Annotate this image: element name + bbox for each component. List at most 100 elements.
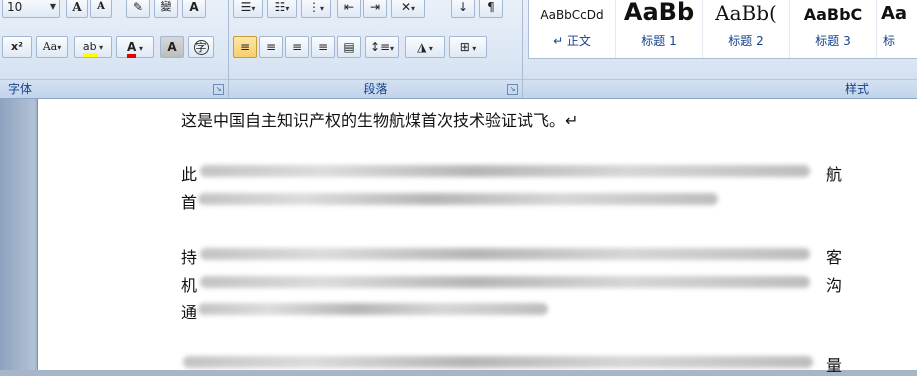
chevron-down-icon: ▾	[426, 44, 433, 53]
paragraph-start-char: 首	[181, 193, 198, 212]
sort-button[interactable]: ↓	[451, 0, 475, 18]
enclose-label: 字	[193, 40, 209, 55]
document-page[interactable]: 这是中国自主知识产权的生物航煤首次技术验证试飞。↵ 此 航 首 持 客 机 沟 …	[37, 99, 917, 375]
character-shading-button[interactable]: A	[160, 36, 184, 58]
font-color-button[interactable]: A ▾	[116, 36, 154, 58]
multilevel-list-button[interactable]: ⋮▾	[301, 0, 331, 18]
align-center-button[interactable]: ≡	[259, 36, 283, 58]
blurred-text	[200, 276, 810, 288]
decrease-indent-icon: ⇤	[343, 0, 355, 14]
decrease-indent-button[interactable]: ⇤	[337, 0, 361, 18]
pilcrow-icon: ¶	[487, 0, 495, 14]
font-dialog-launcher-icon[interactable]: ↘	[213, 84, 224, 95]
chevron-down-icon: ▼	[49, 2, 56, 11]
style-sample: Aa	[881, 3, 908, 24]
clear-format-button[interactable]: ✎	[126, 0, 150, 18]
grow-font-button[interactable]: A	[66, 0, 88, 18]
ribbon: 10 ▼ A A ✎ 變 A x² Aa▾ ab ▾ A ▾ A 字 字体 ↘ …	[0, 0, 917, 99]
justify-button[interactable]: ≡	[311, 36, 335, 58]
paragraph-end-char: 客	[826, 248, 843, 267]
font-size-value: 10	[7, 0, 23, 14]
line-spacing-icon: ↕≡	[369, 40, 391, 54]
chevron-down-icon: ▾	[251, 4, 256, 13]
style-item-heading2[interactable]: AaBb( 标题 2	[703, 0, 790, 58]
numbering-button[interactable]: ☷▾	[267, 0, 297, 18]
chevron-down-icon: ▾	[319, 4, 324, 13]
highlight-label: ab	[82, 40, 97, 57]
style-name: ↵ 正文	[553, 34, 591, 48]
distributed-button[interactable]: ▤	[337, 36, 361, 58]
paragraph-end-char: 航	[826, 165, 843, 184]
style-name: 标	[883, 34, 896, 48]
style-sample: AaBbCcDd	[540, 8, 604, 22]
blurred-text	[200, 248, 810, 260]
superscript-label: x²	[11, 40, 23, 53]
shrink-font-button[interactable]: A	[90, 0, 112, 18]
blurred-text	[198, 303, 548, 315]
document-left-margin	[0, 99, 35, 370]
style-sample: AaBbC	[803, 5, 863, 24]
chevron-down-icon: ▾	[469, 44, 477, 53]
phonetic-guide-button[interactable]: 變	[154, 0, 178, 18]
document-line: 这是中国自主知识产权的生物航煤首次技术验证试飞。↵	[181, 111, 579, 130]
style-item-heading1[interactable]: AaBb 标题 1	[616, 0, 703, 58]
border-char-label: A	[189, 0, 199, 14]
blurred-text	[198, 193, 718, 205]
align-right-icon: ≡	[291, 40, 303, 54]
align-center-icon: ≡	[265, 40, 277, 54]
chevron-down-icon: ▾	[136, 44, 144, 53]
justify-icon: ≡	[317, 40, 329, 54]
distributed-icon: ▤	[343, 40, 355, 54]
paragraph-start-char: 此	[181, 165, 198, 184]
chinese-layout-button[interactable]: ✕▾	[391, 0, 425, 18]
increase-indent-icon: ⇥	[369, 0, 381, 14]
font-color-label: A	[126, 40, 137, 58]
align-right-button[interactable]: ≡	[285, 36, 309, 58]
quick-styles-gallery: AaBbCcDd ↵ 正文 AaBb 标题 1 AaBb( 标题 2 AaBbC…	[528, 0, 917, 59]
paragraph-start-char: 通	[181, 303, 198, 322]
chevron-down-icon: ▾	[285, 4, 290, 13]
highlight-color-button[interactable]: ab ▾	[74, 36, 112, 58]
chinese-layout-icon: ✕	[400, 0, 412, 14]
paragraph-group: ☰▾ ☷▾ ⋮▾ ⇤ ⇥ ✕▾ ↓ ¶ ≡ ≡ ≡ ≡ ▤ ↕≡▾ ◮ ▾ ⊞ …	[229, 0, 523, 98]
chevron-down-icon: ▾	[57, 43, 62, 52]
increase-indent-button[interactable]: ⇥	[363, 0, 387, 18]
blurred-text	[183, 356, 813, 368]
multilevel-list-icon: ⋮	[307, 0, 320, 14]
blurred-text	[200, 165, 810, 177]
chevron-down-icon: ▾	[390, 44, 395, 53]
paint-bucket-icon: ◮	[417, 40, 427, 54]
paragraph-end-char: 沟	[826, 276, 843, 295]
style-name: 标题 3	[815, 34, 851, 48]
borders-button[interactable]: ⊞ ▾	[449, 36, 487, 58]
styles-group-label: 样式	[523, 79, 917, 98]
style-item-title[interactable]: Aa 标	[877, 0, 917, 58]
character-border-button[interactable]: A	[182, 0, 206, 18]
style-sample: AaBb(	[715, 1, 777, 25]
shrink-font-label: A	[97, 1, 105, 12]
enclose-characters-button[interactable]: 字	[188, 36, 214, 58]
eraser-icon: ✎	[132, 0, 144, 14]
style-item-normal[interactable]: AaBbCcDd ↵ 正文	[529, 0, 616, 58]
shading-button[interactable]: ◮ ▾	[405, 36, 445, 58]
paragraph-dialog-launcher-icon[interactable]: ↘	[507, 84, 518, 95]
chevron-down-icon: ▾	[411, 4, 416, 13]
change-case-button[interactable]: Aa▾	[36, 36, 68, 58]
align-left-button[interactable]: ≡	[233, 36, 257, 58]
grow-font-label: A	[72, 0, 82, 14]
paragraph-group-label: 段落	[229, 79, 522, 98]
font-size-select[interactable]: 10 ▼	[2, 0, 60, 18]
style-sample: AaBb	[623, 0, 695, 26]
bullets-button[interactable]: ☰▾	[233, 0, 263, 18]
font-group: 10 ▼ A A ✎ 變 A x² Aa▾ ab ▾ A ▾ A 字 字体 ↘	[0, 0, 229, 98]
show-marks-button[interactable]: ¶	[479, 0, 503, 18]
paragraph-end-char: 量	[826, 356, 843, 375]
superscript-button[interactable]: x²	[2, 36, 32, 58]
chevron-down-icon: ▾	[96, 43, 104, 52]
char-shading-label: A	[167, 40, 177, 54]
sort-icon: ↓	[457, 0, 469, 14]
phonetic-label: 變	[160, 0, 172, 13]
font-group-label: 字体	[0, 79, 228, 98]
style-item-heading3[interactable]: AaBbC 标题 3	[790, 0, 877, 58]
line-spacing-button[interactable]: ↕≡▾	[365, 36, 399, 58]
